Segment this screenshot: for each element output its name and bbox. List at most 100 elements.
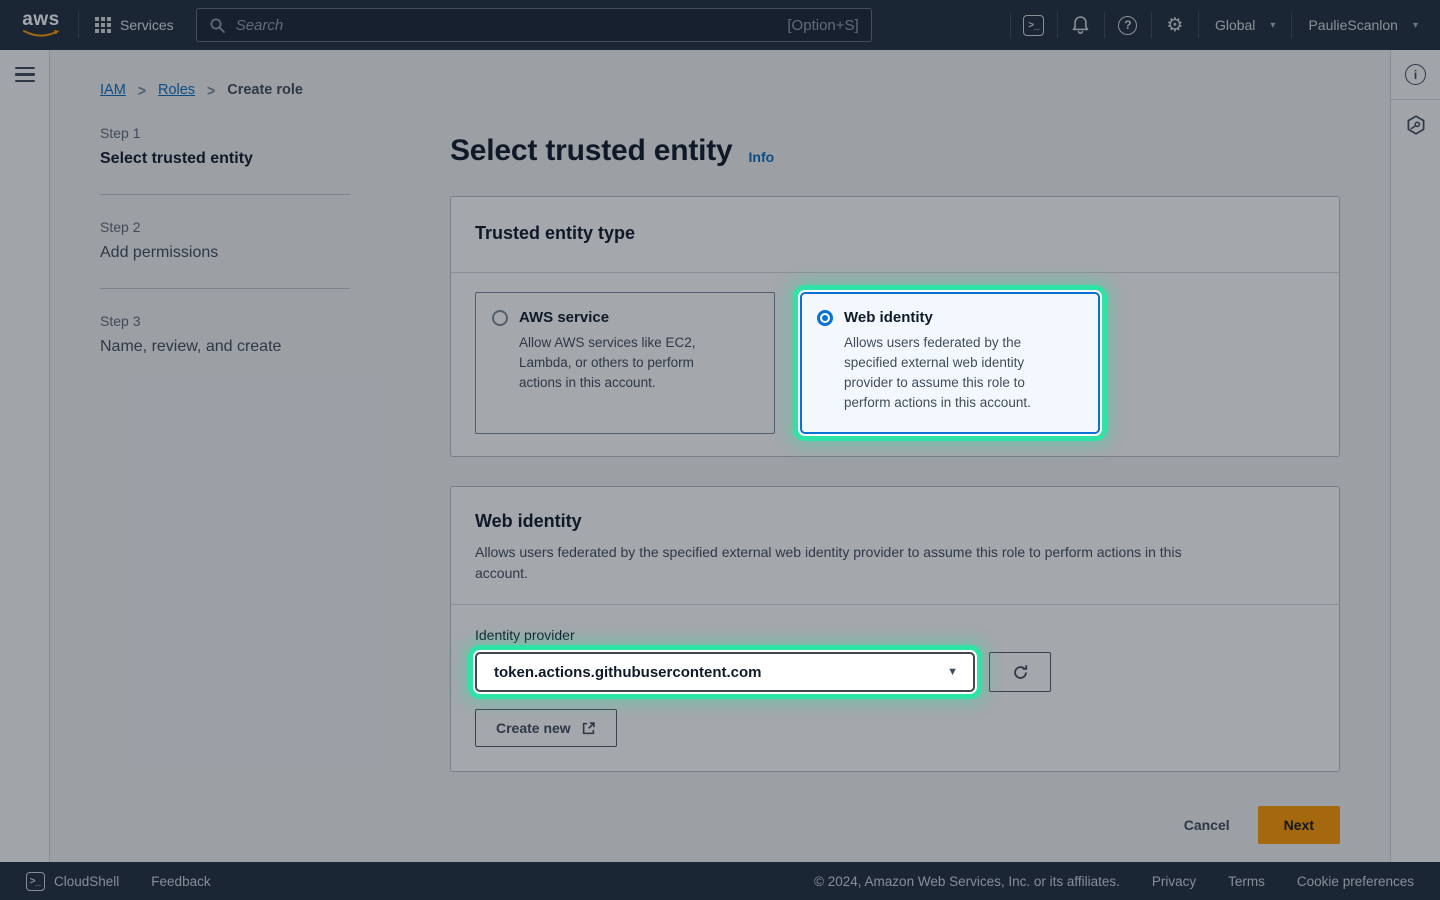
- account-menu[interactable]: PaulieScanlon ▾: [1292, 0, 1434, 50]
- account-name: PaulieScanlon: [1308, 17, 1398, 33]
- refresh-icon: [1012, 664, 1029, 681]
- help-button[interactable]: ?: [1105, 0, 1151, 50]
- bell-icon: [1071, 15, 1090, 35]
- entity-option-web-identity[interactable]: Web identity Allows users federated by t…: [800, 292, 1100, 434]
- desc-line: Lambda, or others to perform: [519, 353, 696, 373]
- step-item-3: Step 3 Name, review, and create: [100, 313, 350, 356]
- breadcrumb-chevron-icon: >: [138, 81, 146, 99]
- caret-down-icon: ▼: [947, 666, 958, 678]
- external-link-icon: [581, 721, 596, 736]
- step-title: Name, review, and create: [100, 338, 350, 356]
- top-navigation-bar: aws Services [Option+S] >_: [0, 0, 1440, 50]
- tile-description: Allow AWS services like EC2, Lambda, or …: [519, 333, 696, 393]
- desc-line: actions in this account.: [519, 373, 696, 393]
- aws-logo[interactable]: aws: [18, 11, 64, 39]
- create-new-label: Create new: [496, 720, 571, 736]
- services-label: Services: [120, 17, 174, 33]
- region-selector[interactable]: Global ▾: [1199, 0, 1292, 50]
- chevron-down-icon: ▾: [1413, 20, 1418, 31]
- card-title: Web identity: [475, 511, 1315, 532]
- hexagon-resource-icon: [1405, 114, 1427, 136]
- aws-smile-icon: [21, 29, 61, 39]
- desc-line: provider to assume this role to: [844, 373, 1031, 393]
- tile-title: Web identity: [844, 309, 1031, 326]
- footer-cloudshell[interactable]: >_ CloudShell: [26, 872, 119, 891]
- services-menu[interactable]: Services: [79, 0, 190, 50]
- wizard-actions: Cancel Next: [450, 806, 1340, 844]
- step-item-2: Step 2 Add permissions: [100, 219, 350, 262]
- chevron-down-icon: ▾: [1270, 20, 1275, 31]
- settings-button[interactable]: ⚙: [1152, 0, 1198, 50]
- radio-selected-icon[interactable]: [817, 310, 833, 326]
- cancel-button[interactable]: Cancel: [1184, 817, 1230, 833]
- card-header: Web identity Allows users federated by t…: [451, 487, 1339, 605]
- step-title-active: Select trusted entity: [100, 150, 350, 168]
- feedback-label: Feedback: [151, 874, 210, 889]
- footer-link-privacy[interactable]: Privacy: [1152, 874, 1196, 889]
- trusted-entity-type-card: Trusted entity type AWS service Allow AW…: [450, 196, 1340, 457]
- search-input[interactable]: [236, 17, 778, 34]
- card-body: AWS service Allow AWS services like EC2,…: [451, 273, 1339, 456]
- desc-line: specified external web identity: [844, 353, 1031, 373]
- cloudshell-button[interactable]: >_: [1011, 0, 1057, 50]
- identity-provider-value: token.actions.githubusercontent.com: [494, 664, 762, 681]
- desc-line: account.: [475, 563, 1295, 584]
- hamburger-menu-icon[interactable]: [15, 67, 35, 82]
- search-icon: [209, 17, 226, 34]
- tile-content: AWS service Allow AWS services like EC2,…: [519, 309, 696, 417]
- desc-line: Allows users federated by the: [844, 333, 1031, 353]
- step-label: Step 3: [100, 313, 350, 329]
- region-label: Global: [1215, 17, 1255, 33]
- aws-logo-text: aws: [22, 11, 59, 29]
- cloudshell-terminal-icon: >_: [26, 872, 45, 891]
- tile-description: Allows users federated by the specified …: [844, 333, 1031, 413]
- identity-provider-row: token.actions.githubusercontent.com ▼: [475, 652, 1315, 692]
- refresh-button[interactable]: [989, 652, 1051, 692]
- services-grid-icon: [95, 17, 111, 33]
- breadcrumb-chevron-icon: >: [207, 81, 215, 99]
- tile-content: Web identity Allows users federated by t…: [844, 309, 1031, 417]
- copyright-text: © 2024, Amazon Web Services, Inc. or its…: [814, 874, 1120, 889]
- breadcrumb-current: Create role: [227, 82, 303, 98]
- step-item-1: Step 1 Select trusted entity: [100, 125, 350, 168]
- info-icon: i: [1405, 64, 1426, 85]
- info-link[interactable]: Info: [749, 149, 775, 165]
- wizard-steps-nav: Step 1 Select trusted entity Step 2 Add …: [100, 125, 350, 356]
- cloudshell-label: CloudShell: [54, 874, 119, 889]
- step-divider: [100, 288, 350, 289]
- step-title: Add permissions: [100, 244, 350, 262]
- gear-icon: ⚙: [1166, 16, 1183, 35]
- radio-unselected-icon[interactable]: [492, 310, 508, 326]
- footer-bar: >_ CloudShell Feedback © 2024, Amazon We…: [0, 862, 1440, 900]
- notifications-button[interactable]: [1058, 0, 1104, 50]
- global-search-box[interactable]: [Option+S]: [196, 8, 872, 42]
- next-button[interactable]: Next: [1258, 806, 1340, 844]
- step-label: Step 1: [100, 125, 350, 141]
- tile-title: AWS service: [519, 309, 696, 326]
- footer-feedback[interactable]: Feedback: [151, 874, 210, 889]
- identity-provider-select[interactable]: token.actions.githubusercontent.com ▼: [475, 652, 975, 692]
- breadcrumb-link-iam[interactable]: IAM: [100, 82, 126, 98]
- info-panel-toggle[interactable]: i: [1391, 50, 1440, 100]
- desc-line: perform actions in this account.: [844, 393, 1031, 413]
- search-shortcut-hint: [Option+S]: [787, 17, 858, 34]
- page-title: Select trusted entity: [450, 132, 733, 170]
- step-label: Step 2: [100, 219, 350, 235]
- right-panel-strip: i: [1390, 50, 1440, 862]
- entity-option-aws-service[interactable]: AWS service Allow AWS services like EC2,…: [475, 292, 775, 434]
- step-divider: [100, 194, 350, 195]
- breadcrumb: IAM > Roles > Create role: [100, 82, 303, 98]
- footer-link-cookie-preferences[interactable]: Cookie preferences: [1297, 874, 1414, 889]
- web-identity-card: Web identity Allows users federated by t…: [450, 486, 1340, 772]
- desc-line: Allow AWS services like EC2,: [519, 333, 696, 353]
- page-title-row: Select trusted entity Info: [450, 132, 774, 170]
- card-body: Identity provider token.actions.githubus…: [451, 605, 1339, 771]
- footer-link-terms[interactable]: Terms: [1228, 874, 1265, 889]
- identity-provider-label: Identity provider: [475, 627, 1315, 643]
- topnav-right-group: >_ ? ⚙ Global ▾ PaulieScanlon ▾: [1010, 0, 1440, 50]
- resources-panel-toggle[interactable]: [1391, 100, 1440, 150]
- breadcrumb-link-roles[interactable]: Roles: [158, 82, 195, 98]
- desc-line: Allows users federated by the specified …: [475, 542, 1295, 563]
- create-new-button[interactable]: Create new: [475, 709, 617, 747]
- card-description: Allows users federated by the specified …: [475, 542, 1295, 584]
